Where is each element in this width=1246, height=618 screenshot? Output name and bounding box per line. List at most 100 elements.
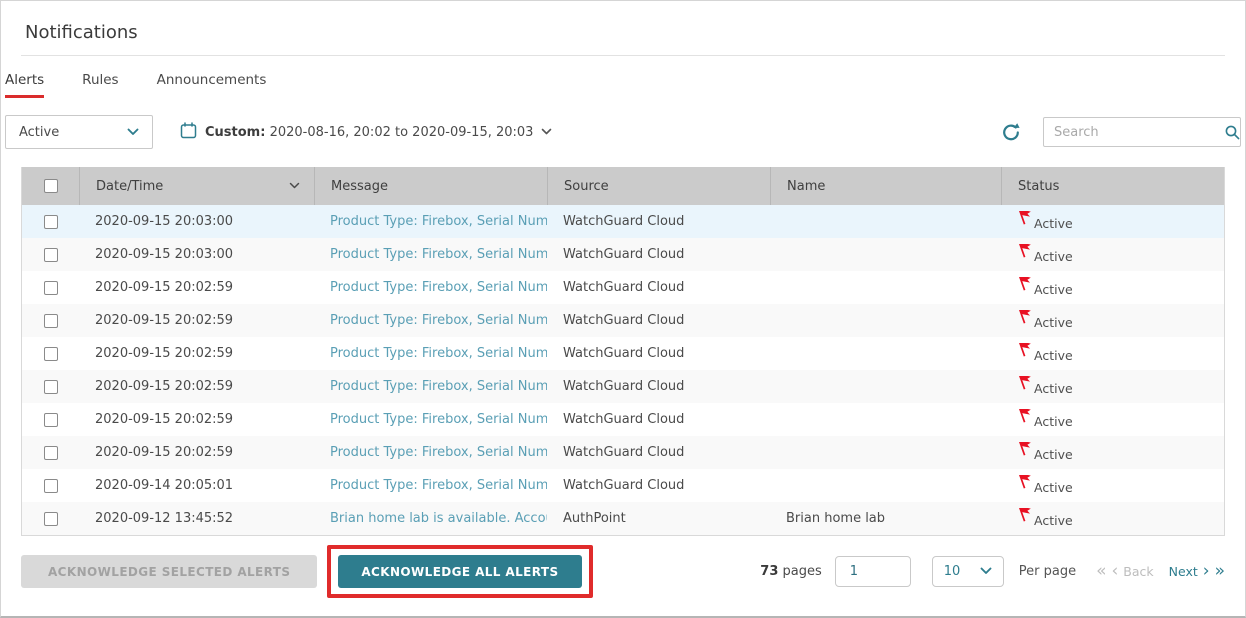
status-label: Active xyxy=(1034,249,1073,264)
tab-rules[interactable]: Rules xyxy=(82,72,118,98)
row-checkbox[interactable] xyxy=(44,314,58,328)
flag-icon xyxy=(1017,211,1032,229)
row-message-link[interactable]: Product Type: Firebox, Serial Numb... xyxy=(314,445,547,460)
status-filter-dropdown[interactable]: Active xyxy=(5,115,153,149)
row-message-link[interactable]: Product Type: Firebox, Serial Numb... xyxy=(314,346,547,361)
row-checkbox[interactable] xyxy=(44,380,58,394)
last-page-icon[interactable]: » xyxy=(1215,563,1225,580)
row-date-time: 2020-09-15 20:02:59 xyxy=(79,412,314,427)
pages-count-number: 73 xyxy=(760,564,778,579)
row-date-time: 2020-09-15 20:02:59 xyxy=(79,379,314,394)
flag-icon xyxy=(1017,343,1032,361)
row-date-time: 2020-09-15 20:03:00 xyxy=(79,214,314,229)
table-row[interactable]: 2020-09-15 20:03:00 Product Type: Firebo… xyxy=(22,205,1224,238)
tab-announcements[interactable]: Announcements xyxy=(157,72,267,98)
back-button[interactable]: Back xyxy=(1123,564,1153,579)
date-range-picker[interactable]: Custom: 2020-08-16, 20:02 to 2020-09-15,… xyxy=(180,122,552,143)
previous-page-icon[interactable]: ‹ xyxy=(1111,563,1118,580)
row-checkbox[interactable] xyxy=(44,446,58,460)
table-header-row: Date/Time Message Source Name Status xyxy=(22,167,1224,205)
table-row[interactable]: 2020-09-12 13:45:52 Brian home lab is av… xyxy=(22,502,1224,535)
row-checkbox[interactable] xyxy=(44,512,58,526)
row-checkbox[interactable] xyxy=(44,479,58,493)
header-name[interactable]: Name xyxy=(770,167,1001,205)
row-source: WatchGuard Cloud xyxy=(547,445,770,460)
acknowledge-selected-button[interactable]: ACKNOWLEDGE SELECTED ALERTS xyxy=(21,555,317,588)
next-page-icon[interactable]: › xyxy=(1203,563,1210,580)
row-date-time: 2020-09-15 20:02:59 xyxy=(79,313,314,328)
row-message-link[interactable]: Product Type: Firebox, Serial Numb... xyxy=(314,280,547,295)
row-message-link[interactable]: Product Type: Firebox, Serial Numb... xyxy=(314,478,547,493)
row-checkbox-cell xyxy=(22,215,79,229)
row-checkbox[interactable] xyxy=(44,281,58,295)
search-icon[interactable] xyxy=(1224,124,1241,141)
table-row[interactable]: 2020-09-15 20:02:59 Product Type: Firebo… xyxy=(22,271,1224,304)
alerts-table: Date/Time Message Source Name Status 202… xyxy=(21,167,1225,536)
per-page-dropdown[interactable]: 10 xyxy=(932,556,1004,587)
row-checkbox-cell xyxy=(22,347,79,361)
row-date-time: 2020-09-15 20:02:59 xyxy=(79,280,314,295)
search-input[interactable] xyxy=(1054,125,1224,140)
pages-count-label: pages xyxy=(778,564,821,579)
table-row[interactable]: 2020-09-15 20:03:00 Product Type: Firebo… xyxy=(22,238,1224,271)
header-date-time-label: Date/Time xyxy=(96,179,163,194)
row-source: WatchGuard Cloud xyxy=(547,412,770,427)
row-checkbox[interactable] xyxy=(44,413,58,427)
refresh-button[interactable] xyxy=(1001,122,1021,142)
row-source: WatchGuard Cloud xyxy=(547,247,770,262)
header-message[interactable]: Message xyxy=(314,167,547,205)
row-status: Active xyxy=(1001,508,1224,529)
status-label: Active xyxy=(1034,348,1073,363)
row-status: Active xyxy=(1001,277,1224,298)
acknowledge-all-button[interactable]: ACKNOWLEDGE ALL ALERTS xyxy=(338,555,581,588)
status-label: Active xyxy=(1034,447,1073,462)
row-name: Brian home lab xyxy=(770,511,1001,526)
table-row[interactable]: 2020-09-14 20:05:01 Product Type: Firebo… xyxy=(22,469,1224,502)
status-label: Active xyxy=(1034,414,1073,429)
row-date-time: 2020-09-12 13:45:52 xyxy=(79,511,314,526)
table-row[interactable]: 2020-09-15 20:02:59 Product Type: Firebo… xyxy=(22,370,1224,403)
row-status: Active xyxy=(1001,343,1224,364)
row-status: Active xyxy=(1001,475,1224,496)
filter-bar: Active Custom: 2020-08-16, 20:02 to 2020… xyxy=(5,115,1241,149)
flag-icon xyxy=(1017,310,1032,328)
first-page-icon[interactable]: « xyxy=(1096,563,1106,580)
select-all-checkbox[interactable] xyxy=(44,179,58,193)
row-checkbox-cell xyxy=(22,446,79,460)
row-source: WatchGuard Cloud xyxy=(547,379,770,394)
row-checkbox-cell xyxy=(22,380,79,394)
table-body: 2020-09-15 20:03:00 Product Type: Firebo… xyxy=(22,205,1224,535)
tab-alerts[interactable]: Alerts xyxy=(5,72,44,98)
row-message-link[interactable]: Product Type: Firebox, Serial Numb... xyxy=(314,313,547,328)
table-row[interactable]: 2020-09-15 20:02:59 Product Type: Firebo… xyxy=(22,304,1224,337)
row-message-link[interactable]: Brian home lab is available. Account... xyxy=(314,511,547,526)
pagination: 73 pages 10 Per page « ‹ Back Next › » xyxy=(760,556,1225,587)
header-source[interactable]: Source xyxy=(547,167,770,205)
row-message-link[interactable]: Product Type: Firebox, Serial Numb... xyxy=(314,412,547,427)
sort-chevron-icon[interactable] xyxy=(289,182,300,190)
next-button[interactable]: Next xyxy=(1169,564,1198,579)
row-date-time: 2020-09-15 20:02:59 xyxy=(79,346,314,361)
row-checkbox-cell xyxy=(22,248,79,262)
header-status[interactable]: Status xyxy=(1001,167,1224,205)
footer-bar: ACKNOWLEDGE SELECTED ALERTS ACKNOWLEDGE … xyxy=(21,545,1225,598)
row-checkbox[interactable] xyxy=(44,347,58,361)
row-message-link[interactable]: Product Type: Firebox, Serial Numb... xyxy=(314,214,547,229)
row-checkbox[interactable] xyxy=(44,248,58,262)
row-checkbox[interactable] xyxy=(44,215,58,229)
flag-icon xyxy=(1017,475,1032,493)
flag-icon xyxy=(1017,442,1032,460)
table-row[interactable]: 2020-09-15 20:02:59 Product Type: Firebo… xyxy=(22,436,1224,469)
row-message-link[interactable]: Product Type: Firebox, Serial Numb... xyxy=(314,379,547,394)
header-date-time[interactable]: Date/Time xyxy=(79,167,314,205)
flag-icon xyxy=(1017,409,1032,427)
table-row[interactable]: 2020-09-15 20:02:59 Product Type: Firebo… xyxy=(22,337,1224,370)
current-page-input[interactable] xyxy=(835,556,911,587)
row-message-link[interactable]: Product Type: Firebox, Serial Numb... xyxy=(314,247,547,262)
row-date-time: 2020-09-15 20:02:59 xyxy=(79,445,314,460)
chevron-down-icon xyxy=(127,125,139,140)
row-checkbox-cell xyxy=(22,479,79,493)
table-row[interactable]: 2020-09-15 20:02:59 Product Type: Firebo… xyxy=(22,403,1224,436)
status-label: Active xyxy=(1034,381,1073,396)
flag-icon xyxy=(1017,376,1032,394)
